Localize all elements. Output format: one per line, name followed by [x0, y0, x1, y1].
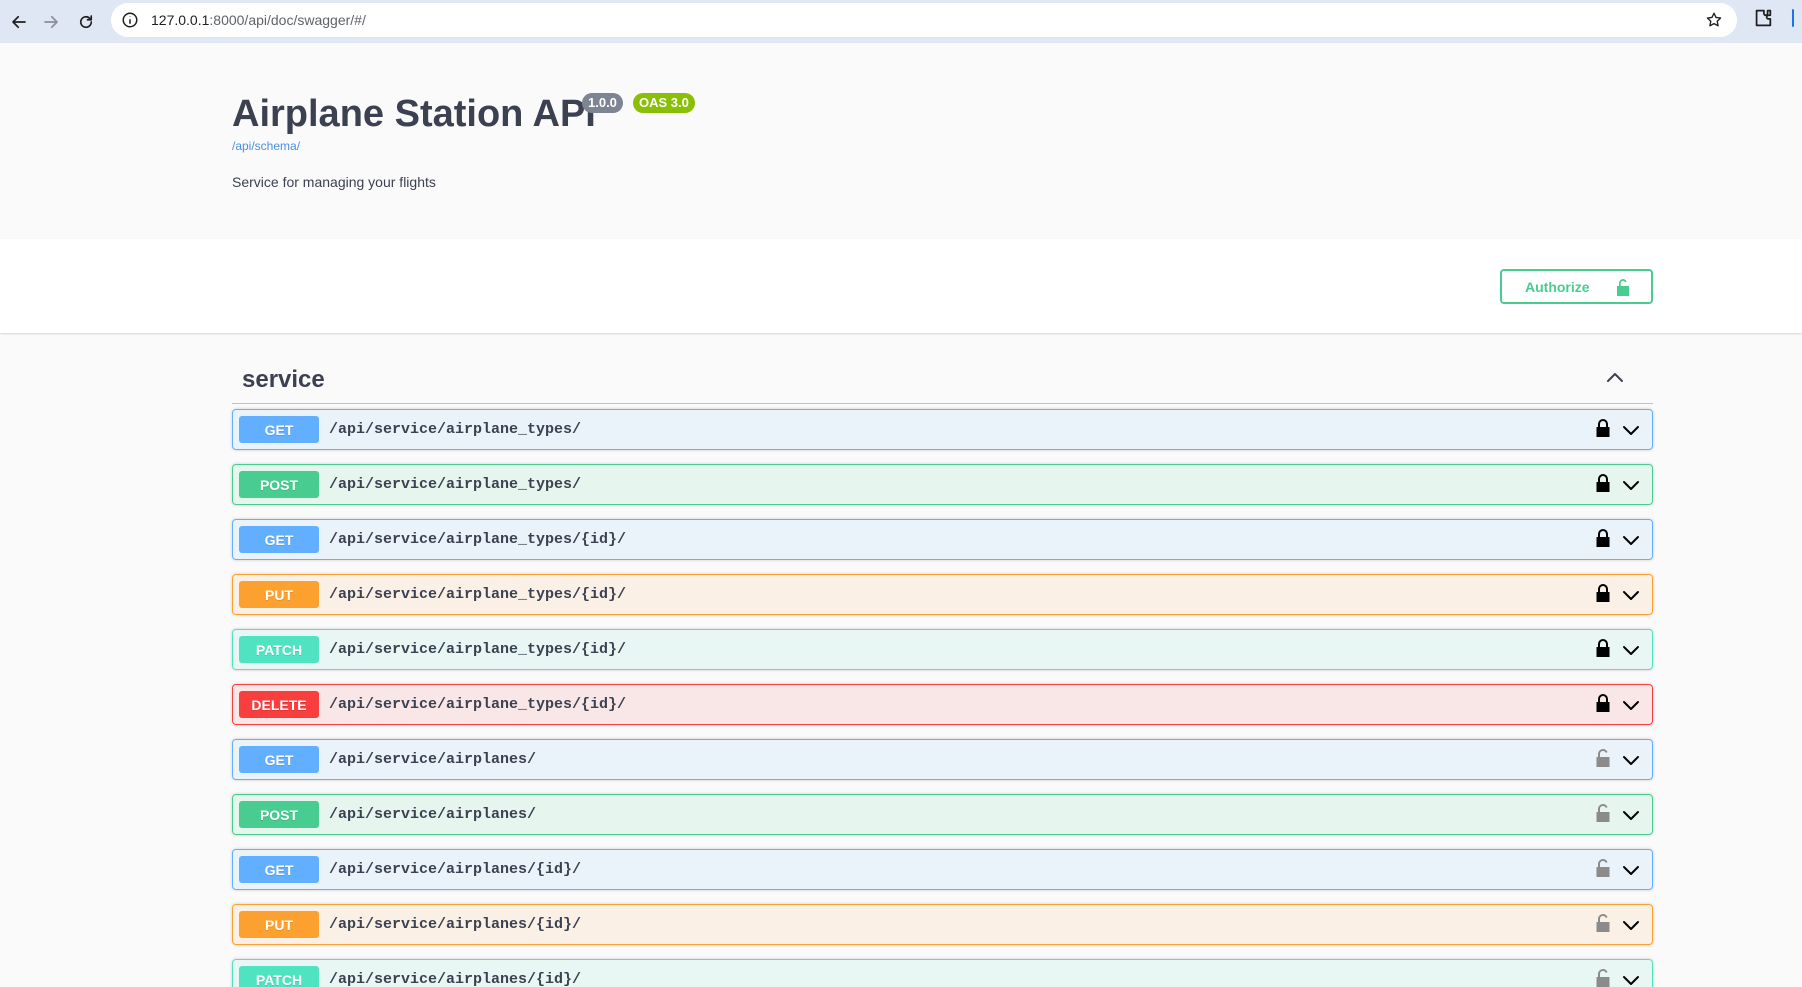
method-badge: GET	[239, 856, 319, 883]
method-badge: PATCH	[239, 966, 319, 987]
operations-list: GET/api/service/airplane_types/POST/api/…	[232, 409, 1653, 987]
operation-path: /api/service/airplanes/	[329, 751, 537, 768]
forward-button[interactable]	[33, 4, 69, 40]
operation-path: /api/service/airplanes/{id}/	[329, 916, 582, 933]
operation-path: /api/service/airplane_types/	[329, 476, 582, 493]
bookmark-star-icon[interactable]	[1705, 11, 1723, 29]
site-info-icon[interactable]	[121, 11, 139, 29]
operation-row[interactable]: DELETE/api/service/airplane_types/{id}/	[232, 684, 1653, 725]
extensions-icon[interactable]	[1752, 7, 1774, 29]
chevron-down-icon[interactable]	[1621, 750, 1641, 770]
authorize-label: Authorize	[1525, 278, 1590, 295]
lock-closed-icon[interactable]	[1595, 583, 1611, 603]
lock-open-icon[interactable]	[1595, 913, 1611, 933]
method-badge: POST	[239, 801, 319, 828]
chevron-up-icon[interactable]	[1605, 368, 1625, 388]
api-description: Service for managing your flights	[232, 174, 436, 190]
lock-closed-icon[interactable]	[1595, 528, 1611, 548]
arrow-left-icon	[12, 15, 26, 28]
method-badge: GET	[239, 746, 319, 773]
chevron-down-icon[interactable]	[1621, 420, 1641, 440]
lock-closed-icon[interactable]	[1595, 693, 1611, 713]
browser-toolbar: 127.0.0.1:8000/api/doc/swagger/#/	[0, 0, 1802, 43]
operation-row[interactable]: GET/api/service/airplane_types/	[232, 409, 1653, 450]
oas-badge: OAS 3.0	[633, 93, 695, 113]
url-host: 127.0.0.1	[151, 12, 210, 28]
operation-row[interactable]: PUT/api/service/airplanes/{id}/	[232, 904, 1653, 945]
chevron-down-icon[interactable]	[1621, 860, 1641, 880]
operation-path: /api/service/airplane_types/	[329, 421, 582, 438]
operation-path: /api/service/airplane_types/{id}/	[329, 531, 627, 548]
lock-open-icon[interactable]	[1595, 858, 1611, 878]
reload-button[interactable]	[68, 4, 104, 40]
operation-path: /api/service/airplane_types/{id}/	[329, 586, 627, 603]
operation-row[interactable]: GET/api/service/airplanes/	[232, 739, 1653, 780]
operation-path: /api/service/airplanes/	[329, 806, 537, 823]
lock-closed-icon[interactable]	[1595, 418, 1611, 438]
lock-open-icon	[1617, 279, 1629, 296]
method-badge: POST	[239, 471, 319, 498]
api-info: Airplane Station API 1.0.0 OAS 3.0 /api/…	[0, 43, 1802, 239]
operation-row[interactable]: POST/api/service/airplane_types/	[232, 464, 1653, 505]
chevron-down-icon[interactable]	[1621, 530, 1641, 550]
operation-path: /api/service/airplane_types/{id}/	[329, 696, 627, 713]
operation-row[interactable]: GET/api/service/airplane_types/{id}/	[232, 519, 1653, 560]
authorize-button[interactable]: Authorize	[1500, 269, 1653, 304]
lock-open-icon[interactable]	[1595, 803, 1611, 823]
chevron-down-icon[interactable]	[1621, 640, 1641, 660]
lock-closed-icon[interactable]	[1595, 473, 1611, 493]
chevron-down-icon[interactable]	[1621, 915, 1641, 935]
method-badge: PATCH	[239, 636, 319, 663]
operation-row[interactable]: PATCH/api/service/airplanes/{id}/	[232, 959, 1653, 987]
operation-row[interactable]: PUT/api/service/airplane_types/{id}/	[232, 574, 1653, 615]
schema-link[interactable]: /api/schema/	[232, 139, 300, 153]
operation-path: /api/service/airplane_types/{id}/	[329, 641, 627, 658]
chevron-down-icon[interactable]	[1621, 585, 1641, 605]
reload-icon	[79, 14, 93, 28]
api-title: Airplane Station API	[232, 93, 596, 135]
back-button[interactable]	[1, 4, 37, 40]
chevron-down-icon[interactable]	[1621, 970, 1641, 987]
lock-open-icon[interactable]	[1595, 968, 1611, 987]
scheme-container: Authorize	[0, 239, 1802, 333]
chevron-down-icon[interactable]	[1621, 805, 1641, 825]
chevron-down-icon[interactable]	[1621, 695, 1641, 715]
method-badge: PUT	[239, 911, 319, 938]
address-bar[interactable]: 127.0.0.1:8000/api/doc/swagger/#/	[111, 3, 1737, 37]
version-badge: 1.0.0	[582, 93, 623, 113]
method-badge: PUT	[239, 581, 319, 608]
operation-path: /api/service/airplanes/{id}/	[329, 971, 582, 987]
method-badge: GET	[239, 416, 319, 443]
tag-section-header[interactable]: service	[232, 356, 1653, 404]
chevron-down-icon[interactable]	[1621, 475, 1641, 495]
operation-row[interactable]: POST/api/service/airplanes/	[232, 794, 1653, 835]
operation-row[interactable]: PATCH/api/service/airplane_types/{id}/	[232, 629, 1653, 670]
method-badge: DELETE	[239, 691, 319, 718]
method-badge: GET	[239, 526, 319, 553]
operation-row[interactable]: GET/api/service/airplanes/{id}/	[232, 849, 1653, 890]
url-text[interactable]: 127.0.0.1:8000/api/doc/swagger/#/	[151, 12, 366, 28]
side-panel-indicator	[1792, 9, 1794, 27]
tag-title: service	[242, 366, 325, 393]
operation-path: /api/service/airplanes/{id}/	[329, 861, 582, 878]
lock-open-icon[interactable]	[1595, 748, 1611, 768]
lock-closed-icon[interactable]	[1595, 638, 1611, 658]
url-path: :8000/api/doc/swagger/#/	[209, 12, 366, 28]
arrow-right-icon	[44, 15, 58, 28]
